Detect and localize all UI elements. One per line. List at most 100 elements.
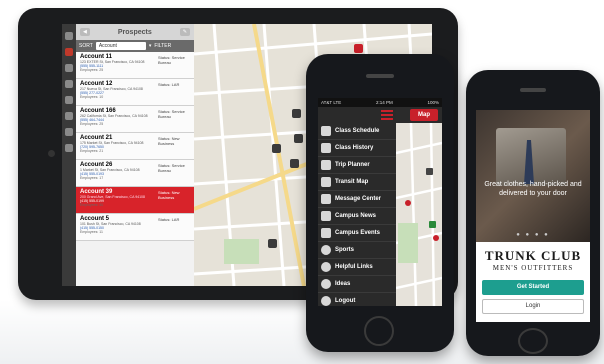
home-button[interactable] [364, 316, 394, 346]
table-row[interactable]: Account 39 200 Grand Ave, San Francisco, … [76, 187, 194, 214]
map-pin [433, 235, 439, 241]
side-menu: Class Schedule Class History Trip Planner T… [318, 107, 396, 306]
status-bar: AT&T LTE 2:14 PM 100% [318, 98, 442, 107]
bus-icon [426, 168, 433, 175]
menu-item[interactable]: Ideas [318, 276, 396, 293]
menu-item[interactable]: Helpful Links [318, 259, 396, 276]
map-pin[interactable] [354, 44, 363, 53]
menu-item[interactable]: Sports [318, 242, 396, 259]
table-row[interactable]: Account 166 262 California St, San Franci… [76, 106, 194, 133]
account-status: Status: Service Bureau [158, 109, 185, 119]
people-icon[interactable] [268, 239, 277, 248]
menu-item[interactable]: Class History [318, 140, 396, 157]
home-icon[interactable] [65, 48, 73, 56]
link-icon [321, 262, 331, 272]
phone1-screen: AT&T LTE 2:14 PM 100% Map Class Schedule [318, 98, 442, 306]
account-status: Status: Service Bureau [158, 163, 185, 173]
carrier: AT&T LTE [321, 100, 342, 105]
map-pin [405, 200, 411, 206]
sort-label: SORT [79, 43, 93, 49]
menu-header [318, 107, 396, 123]
account-status: Status: Service Bureau [158, 55, 185, 65]
table-row[interactable]: Account 11 123 EXTER St, San Francisco, C… [76, 52, 194, 79]
menu-item-label: Trip Planner [335, 162, 370, 168]
login-button[interactable]: Login [482, 299, 584, 314]
home-button[interactable] [518, 328, 548, 354]
brand-subtitle: MEN'S OUTFITTERS [492, 264, 574, 272]
account-employees: Employees: 40 [80, 203, 104, 207]
menu-item[interactable]: Transit Map [318, 174, 396, 191]
account-status: Status: LAR [158, 82, 180, 87]
calendar-icon [321, 143, 331, 153]
menu-item[interactable]: Trip Planner [318, 157, 396, 174]
account-employees: Employees: 10 [80, 95, 104, 99]
hero-image: Great clothes, hand-picked and delivered… [476, 110, 590, 242]
ipad-camera [48, 150, 55, 157]
hamburger-icon[interactable] [381, 110, 393, 121]
people-icon[interactable] [292, 109, 301, 118]
menu-item-label: Class Schedule [335, 128, 380, 134]
table-row[interactable]: Account 21 175 Market St, San Francisco, … [76, 133, 194, 160]
table-row[interactable]: Account 5 101 Bush St, San Francisco, CA … [76, 214, 194, 241]
table-row[interactable]: Account 12 217 Nueva St, San Francisco, C… [76, 79, 194, 106]
account-status: Status: New Business [158, 190, 180, 200]
user-icon[interactable] [65, 128, 73, 136]
sort-select[interactable]: Account [95, 42, 146, 50]
train-icon [429, 221, 436, 228]
menu-item-label: Campus News [335, 213, 377, 219]
battery: 100% [427, 100, 439, 105]
prospects-title: Prospects [117, 28, 152, 36]
phone2-screen: Great clothes, hand-picked and delivered… [476, 110, 590, 322]
sort-filter-bar: SORT Account ▾ FILTER [76, 40, 194, 52]
account-list: Account 11 123 EXTER St, San Francisco, C… [76, 52, 194, 241]
power-icon [321, 296, 331, 306]
edit-icon[interactable]: ✎ [179, 28, 190, 36]
menu-item[interactable]: Logout [318, 293, 396, 306]
filter-button[interactable]: FILTER [154, 43, 171, 49]
menu-item-label: Campus Events [335, 230, 381, 236]
list-icon[interactable] [65, 64, 73, 72]
phone1-map[interactable] [396, 123, 442, 306]
menu-item-label: Message Center [335, 196, 382, 202]
people-icon[interactable] [272, 144, 281, 153]
chart-icon[interactable] [65, 144, 73, 152]
clipboard-icon [321, 160, 331, 170]
newspaper-icon [321, 211, 331, 221]
brand-logo: TRUNK CLUB [484, 248, 582, 263]
phone-trunk-club: Great clothes, hand-picked and delivered… [466, 70, 600, 356]
prospects-header: ◀ Prospects ✎ [76, 24, 194, 40]
menu-item-label: Logout [335, 298, 356, 304]
calendar-icon [321, 228, 331, 238]
map-icon [321, 177, 331, 187]
speaker [520, 88, 546, 92]
avatar-icon[interactable] [65, 32, 73, 40]
menu-item-label: Ideas [335, 281, 351, 287]
calendar-icon [321, 126, 331, 136]
people-icon[interactable] [294, 134, 303, 143]
account-status: Status: LAR [158, 217, 180, 222]
map-button[interactable]: Map [410, 109, 438, 121]
people-icon[interactable] [290, 159, 299, 168]
menu-item-label: Transit Map [335, 179, 369, 185]
carousel-dots[interactable]: ● ● ● ● [476, 232, 590, 238]
back-icon[interactable]: ◀ [80, 28, 90, 36]
menu-item-label: Sports [335, 247, 355, 253]
hero-tagline: Great clothes, hand-picked and delivered… [484, 181, 582, 197]
menu-item-label: Helpful Links [335, 264, 373, 270]
chevron-down-icon[interactable]: ▾ [149, 43, 152, 49]
search-icon[interactable] [65, 96, 73, 104]
gear-icon[interactable] [65, 112, 73, 120]
menu-item[interactable]: Class Schedule [318, 123, 396, 140]
envelope-icon [321, 194, 331, 204]
table-row[interactable]: Account 26 1 Market St, San Francisco, CA… [76, 160, 194, 187]
account-employees: Employees: 25 [80, 68, 104, 72]
menu-item[interactable]: Message Center [318, 191, 396, 208]
calendar-icon[interactable] [65, 80, 73, 88]
get-started-button[interactable]: Get Started [482, 280, 584, 295]
menu-item[interactable]: Campus Events [318, 225, 396, 242]
speaker [366, 74, 394, 78]
menu-item[interactable]: Campus News [318, 208, 396, 225]
clock: 2:14 PM [375, 100, 393, 105]
account-employees: Employees: 21 [80, 149, 104, 153]
lightbulb-icon [321, 279, 331, 289]
